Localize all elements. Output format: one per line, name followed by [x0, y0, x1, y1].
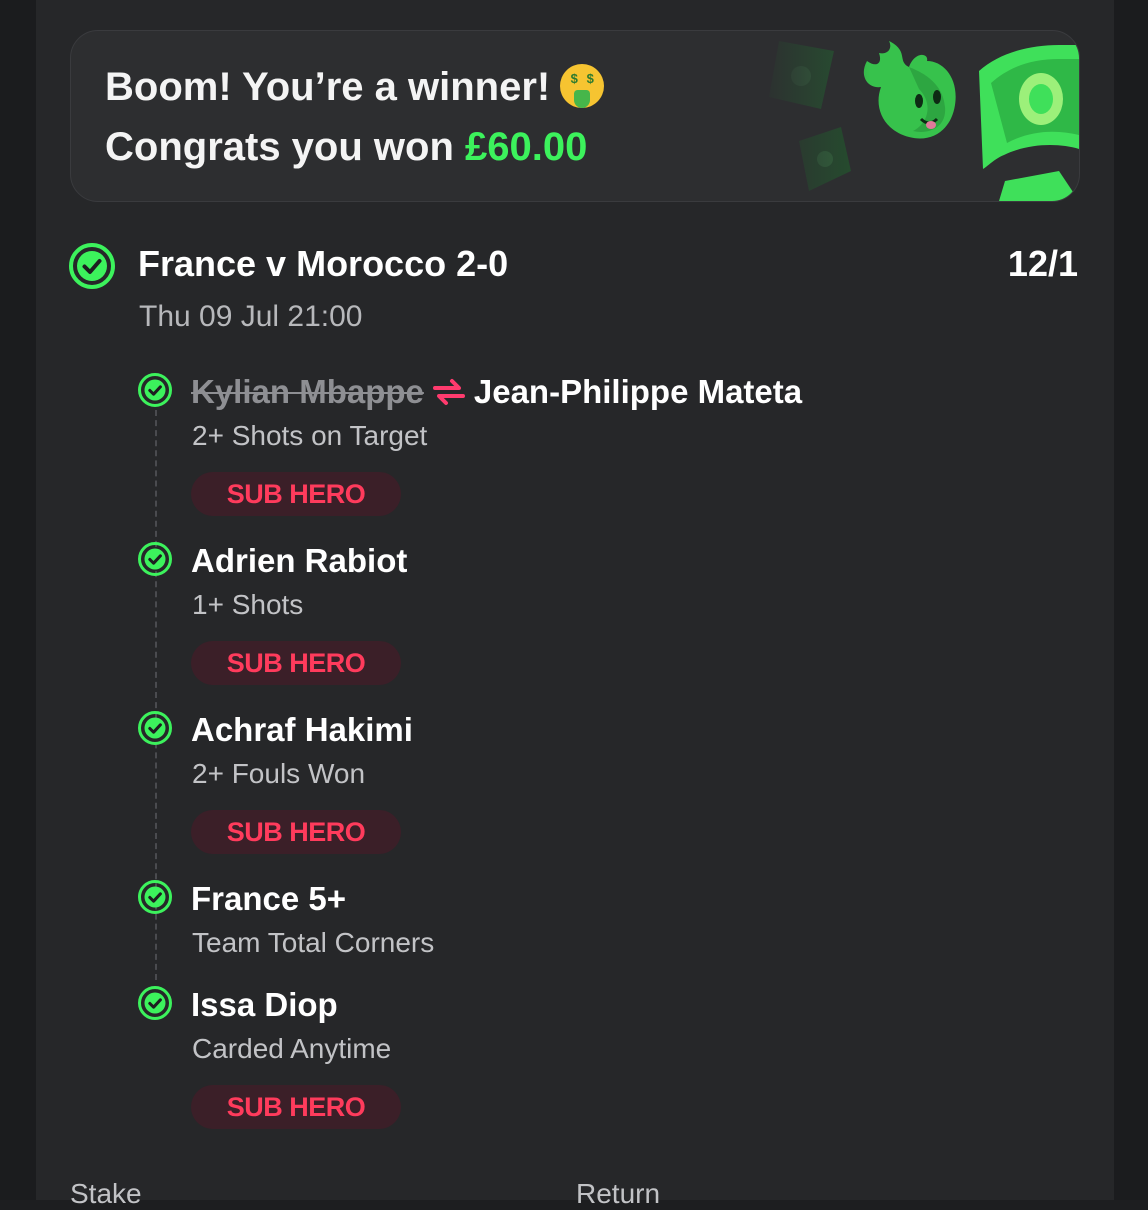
substitute-player-name: Jean-Philippe Mateta [473, 373, 803, 410]
bet-card: Boom! You’re a winner! $ $ Congrats you wo… [36, 0, 1114, 1209]
right-gutter [1114, 0, 1148, 1200]
check-circle-icon [69, 243, 115, 289]
replaced-player-name: Kylian Mbappe [191, 373, 424, 410]
banner-winnings: Congrats you won £60.00 [105, 125, 587, 170]
leg-selection-2: Adrien Rabiot [191, 542, 408, 579]
bet-odds: 12/1 [1007, 243, 1078, 284]
event-title: France v Morocco 2-0 [138, 243, 509, 284]
leg-selection-5: Issa Diop [191, 986, 338, 1023]
leg-check-icon [138, 986, 172, 1020]
leg-market-1: 2+ Shots on Target [192, 420, 428, 451]
win-banner: Boom! You’re a winner! $ $ Congrats you wo… [70, 30, 1080, 202]
leg-market-5: Carded Anytime [192, 1033, 392, 1064]
leg-check-icon [138, 880, 172, 914]
leg-selection-3: Achraf Hakimi [191, 711, 413, 748]
sub-hero-badge: SUB HERO [191, 472, 401, 516]
leg-check-icon [138, 711, 172, 745]
leg-check-icon [138, 542, 172, 576]
leg-selection-1: Kylian Mbappe Jean-Philippe Mateta [191, 373, 802, 411]
leg-market-4: Team Total Corners [192, 927, 435, 958]
leg-check-icon [138, 373, 172, 407]
swap-icon [432, 379, 465, 405]
sub-hero-badge: SUB HERO [191, 641, 401, 685]
leg-selection-4: France 5+ [191, 880, 347, 917]
stake-label: Stake [70, 1178, 142, 1209]
banner-headline-text: Boom! You’re a winner! [105, 65, 551, 109]
banner-headline: Boom! You’re a winner! $ $ [105, 64, 605, 110]
event-datetime: Thu 09 Jul 21:00 [139, 300, 363, 333]
return-label: Return [576, 1178, 661, 1209]
money-mouth-face-icon: $ $ [560, 64, 605, 108]
banner-winnings-prefix: Congrats you won [105, 125, 465, 169]
left-gutter [0, 0, 36, 1200]
win-amount: £60.00 [465, 125, 588, 169]
money-mascot-illustration [759, 31, 1079, 201]
leg-market-3: 2+ Fouls Won [192, 758, 366, 789]
sub-hero-badge: SUB HERO [191, 810, 401, 854]
leg-market-2: 1+ Shots [192, 589, 304, 620]
sub-hero-badge: SUB HERO [191, 1085, 401, 1129]
